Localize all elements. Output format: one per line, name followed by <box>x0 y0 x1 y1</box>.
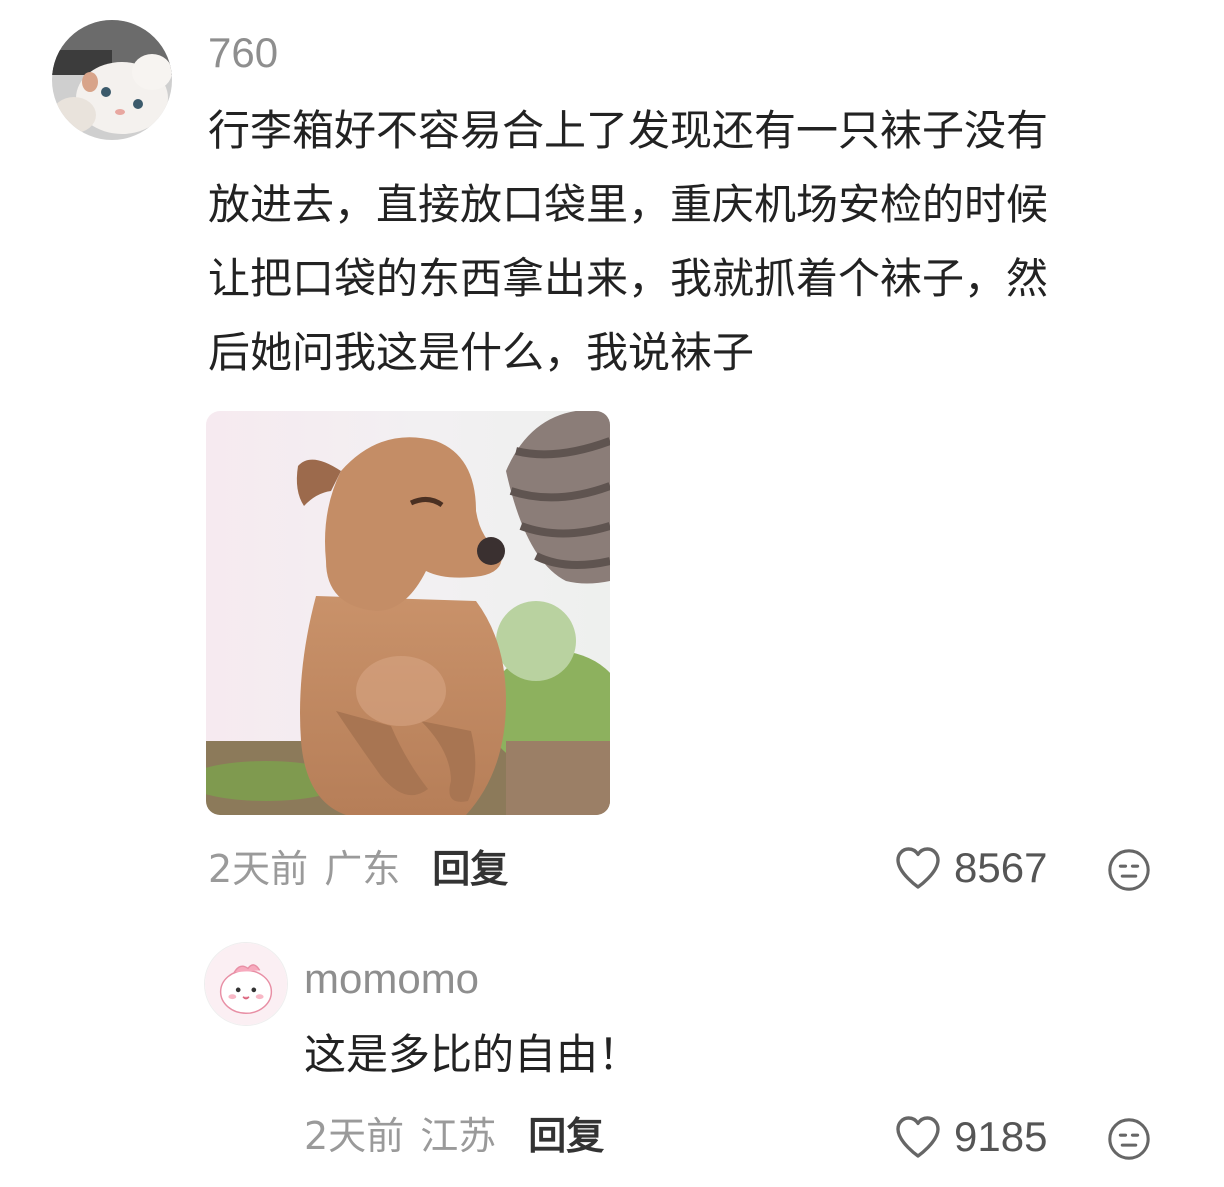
comment-time: 2天前 <box>208 847 309 891</box>
comment-text-line: 行李箱好不容易合上了发现还有一只袜子没有 <box>208 106 1049 155</box>
username[interactable]: 760 <box>208 28 278 78</box>
reply-like-count: 9185 <box>954 1113 1048 1160</box>
reply-user-avatar[interactable] <box>204 942 288 1026</box>
pink-cartoon-avatar <box>205 943 287 1025</box>
comment-text-line: 后她问我这是什么，我说袜子 <box>208 328 755 377</box>
comment-text-line: 放进去，直接放口袋里，重庆机场安检的时候 <box>208 180 1049 229</box>
reply-text: 这是多比的自由！ <box>304 1030 641 1079</box>
reply-time: 2天前 <box>304 1114 405 1158</box>
cat-avatar <box>52 20 172 140</box>
reaction-face-icon <box>1108 849 1150 891</box>
like-count: 8567 <box>954 844 1048 891</box>
reply-username[interactable]: momomo <box>304 954 479 1004</box>
reply-button[interactable]: 回复 <box>432 846 508 892</box>
reaction-face-icon <box>1108 1118 1150 1160</box>
comment-text: 行李箱好不容易合上了发现还有一只袜子没有 放进去，直接放口袋里，重庆机场安检的时… <box>208 94 1188 390</box>
reply-like-button[interactable]: 9185 <box>894 1114 1047 1160</box>
reply-meta: 2天前 江苏 回复 <box>304 1113 604 1159</box>
user-avatar[interactable] <box>52 20 172 140</box>
heart-icon <box>896 847 940 889</box>
comment-location: 广东 <box>324 847 401 891</box>
comment-text-line: 让把口袋的东西拿出来，我就抓着个袜子，然 <box>208 254 1049 303</box>
reply-location: 江苏 <box>420 1114 497 1158</box>
like-button[interactable]: 8567 <box>894 845 1047 891</box>
reply-reaction-button[interactable] <box>1106 1116 1152 1162</box>
reaction-button[interactable] <box>1106 847 1152 893</box>
dog-meme-image[interactable] <box>206 411 610 815</box>
comment-meta: 2天前 广东 回复 <box>208 846 508 892</box>
heart-icon <box>896 1116 940 1158</box>
reply-reply-button[interactable]: 回复 <box>528 1113 604 1159</box>
